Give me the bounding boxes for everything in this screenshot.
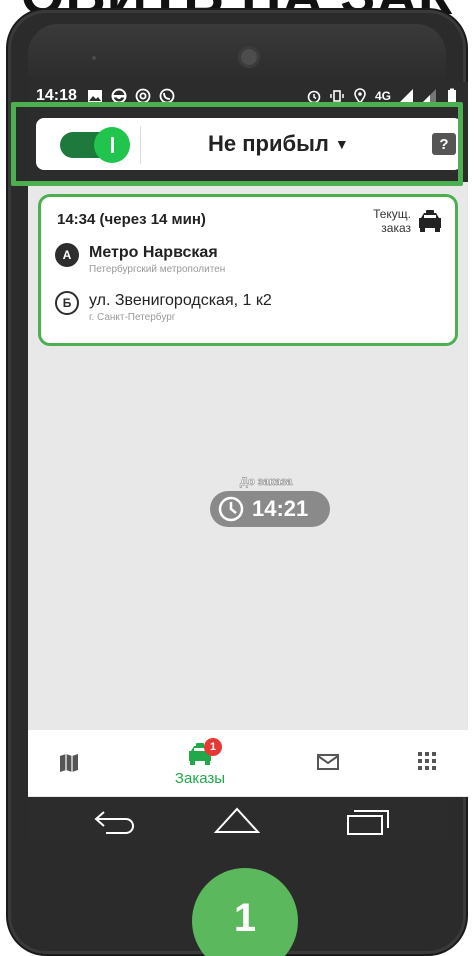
map-icon bbox=[60, 754, 78, 772]
steering-wheel-icon bbox=[111, 88, 127, 104]
countdown-time: 14:21 bbox=[252, 496, 309, 521]
phone-sheen bbox=[28, 24, 446, 84]
apps-grid-icon bbox=[418, 752, 436, 770]
destination-subtitle: г. Санкт-Петербург bbox=[89, 312, 176, 323]
online-toggle[interactable] bbox=[60, 127, 130, 163]
help-icon[interactable]: ? bbox=[432, 133, 456, 155]
pickup-subtitle: Петербургский метрополитен bbox=[89, 264, 226, 275]
driver-status-toolbar: Не прибыл ▼ ? bbox=[36, 118, 462, 170]
toolbar-divider bbox=[140, 126, 141, 164]
clock-icon bbox=[218, 496, 244, 522]
arrival-status-dropdown[interactable]: Не прибыл ▼ bbox=[208, 131, 349, 157]
nav-apps[interactable] bbox=[416, 750, 438, 772]
orders-badge: 1 bbox=[204, 738, 222, 756]
caret-down-icon: ▼ bbox=[334, 136, 349, 152]
viber-icon bbox=[159, 88, 175, 104]
nav-orders[interactable]: 1 Заказы bbox=[168, 738, 232, 787]
marker-b: Б bbox=[55, 291, 79, 315]
countdown-timer: 14:21 bbox=[210, 491, 330, 527]
recent-apps-icon[interactable] bbox=[344, 808, 390, 836]
app-screen: 14:18 4G Не прибыл ▼ ? 14:34 (через 14 м… bbox=[28, 82, 468, 797]
back-icon[interactable] bbox=[92, 808, 138, 836]
status-time: 14:18 bbox=[36, 87, 77, 104]
marker-a: А bbox=[55, 243, 79, 267]
image-icon bbox=[87, 90, 102, 102]
nav-messages[interactable] bbox=[316, 752, 340, 772]
countdown-label: До заказа bbox=[240, 476, 293, 488]
signal-icon bbox=[399, 89, 413, 103]
mail-icon bbox=[317, 754, 339, 770]
pickup-point: А Метро Нарвская Петербургский метрополи… bbox=[55, 243, 225, 276]
current-order-card[interactable]: 14:34 (через 14 мин) Текущ. заказ А Метр… bbox=[38, 194, 458, 346]
nav-map[interactable] bbox=[58, 752, 80, 774]
proximity-sensor bbox=[92, 56, 96, 60]
network-type: 4G bbox=[374, 89, 391, 103]
notification-icons bbox=[87, 88, 175, 104]
bottom-navigation: 1 Заказы bbox=[28, 730, 468, 796]
destination-point: Б ул. Звенигородская, 1 к2 г. Санкт-Пете… bbox=[55, 291, 272, 324]
location-icon bbox=[354, 88, 366, 104]
at-sign-icon bbox=[135, 88, 151, 104]
current-order-label: Текущ. заказ bbox=[373, 207, 411, 235]
order-time: 14:34 (через 14 мин) bbox=[57, 211, 206, 228]
battery-icon bbox=[448, 88, 456, 103]
toggle-knob bbox=[94, 127, 130, 163]
system-icons: 4G bbox=[306, 88, 460, 104]
vibrate-icon bbox=[330, 90, 344, 102]
pickup-address: Метро Нарвская bbox=[89, 244, 218, 261]
arrival-status-label: Не прибыл bbox=[208, 131, 329, 156]
home-icon[interactable] bbox=[214, 806, 260, 836]
taxi-icon bbox=[419, 210, 441, 232]
destination-address: ул. Звенигородская, 1 к2 bbox=[89, 292, 272, 309]
orders-label: Заказы bbox=[174, 770, 226, 787]
signal-2-icon bbox=[422, 89, 436, 103]
status-bar: 14:18 4G bbox=[28, 82, 468, 110]
front-camera bbox=[238, 46, 260, 68]
alarm-icon bbox=[307, 90, 321, 104]
